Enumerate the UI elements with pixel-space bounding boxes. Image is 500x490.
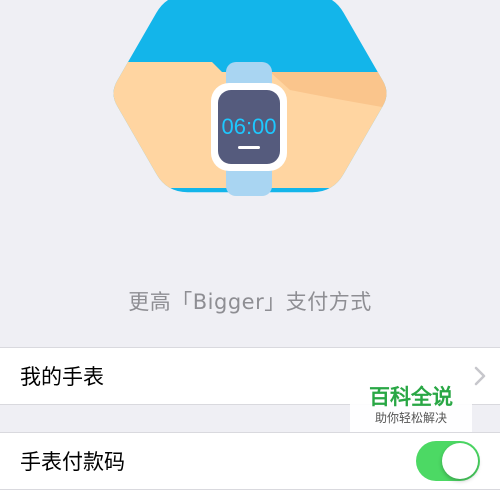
payment-code-label: 手表付款码 <box>20 450 125 474</box>
toggle-knob <box>442 443 478 479</box>
watch-time: 06:00 <box>221 114 276 139</box>
watch-illustration: 06:00 <box>113 0 387 196</box>
chevron-right-icon <box>474 366 486 386</box>
tagline: 更高「Bigger」支付方式 <box>128 290 372 314</box>
watermark-subtitle: 助你轻松解决 <box>374 411 447 425</box>
payment-code-toggle[interactable] <box>416 441 480 481</box>
watch-face-bar <box>238 146 260 149</box>
hero-section: 06:00 更高「Bigger」支付方式 <box>0 0 500 330</box>
payment-code-group: 手表付款码 <box>0 432 500 490</box>
watermark-title: 百科全说 <box>369 385 453 409</box>
payment-code-row: 手表付款码 <box>0 433 500 489</box>
watermark: 百科全说 助你轻松解决 <box>350 380 472 432</box>
my-watch-label: 我的手表 <box>20 365 104 389</box>
